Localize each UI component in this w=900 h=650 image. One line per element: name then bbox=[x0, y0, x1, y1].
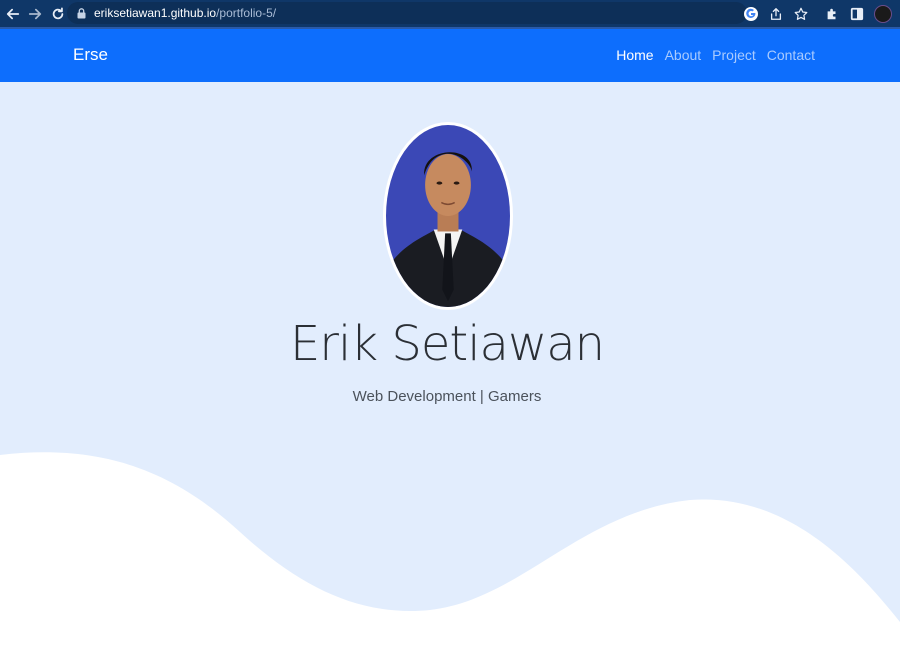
google-icon[interactable] bbox=[743, 6, 759, 22]
profile-avatar[interactable] bbox=[874, 4, 892, 23]
nav-link-home[interactable]: Home bbox=[616, 47, 653, 63]
brand-logo[interactable]: Erse bbox=[73, 45, 108, 65]
reload-icon[interactable] bbox=[48, 4, 68, 24]
nav-link-about[interactable]: About bbox=[665, 47, 702, 63]
share-icon[interactable] bbox=[768, 6, 784, 22]
nav-links: Home About Project Contact bbox=[616, 47, 815, 63]
hero-name: Erik Setiawan bbox=[289, 316, 605, 372]
extensions-icon[interactable] bbox=[824, 6, 840, 22]
address-bar[interactable]: eriksetiawan1.github.io/portfolio-5/ bbox=[67, 2, 747, 24]
nav-link-contact[interactable]: Contact bbox=[767, 47, 815, 63]
url-host: eriksetiawan1.github.io bbox=[94, 6, 217, 20]
hero-subtitle: Web Development | Gamers bbox=[352, 388, 542, 405]
lock-icon bbox=[77, 7, 86, 18]
back-arrow-icon[interactable] bbox=[3, 4, 23, 24]
site-navbar: Erse Home About Project Contact bbox=[0, 29, 900, 82]
star-icon[interactable] bbox=[793, 6, 809, 22]
browser-toolbar: eriksetiawan1.github.io/portfolio-5/ bbox=[0, 0, 900, 27]
profile-photo bbox=[383, 122, 513, 310]
side-panel-icon[interactable] bbox=[849, 6, 865, 22]
forward-arrow-icon[interactable] bbox=[25, 4, 45, 24]
hero-section: Erik Setiawan Web Development | Gamers bbox=[0, 82, 900, 650]
url-path: /portfolio-5/ bbox=[216, 6, 277, 20]
nav-link-project[interactable]: Project bbox=[712, 47, 756, 63]
